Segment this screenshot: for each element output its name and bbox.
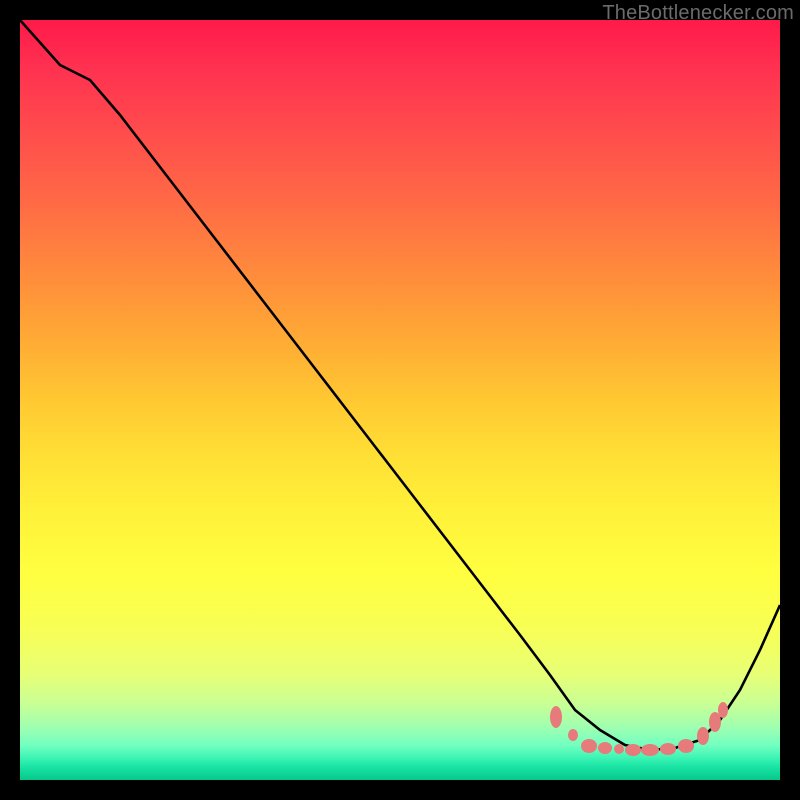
highlight-dot xyxy=(660,743,676,755)
highlight-dot xyxy=(581,739,597,753)
plot-area xyxy=(20,20,780,780)
highlight-dot xyxy=(718,702,728,718)
highlight-dot xyxy=(598,742,612,754)
highlight-dot xyxy=(697,727,709,745)
chart-container: TheBottlenecker.com xyxy=(0,0,800,800)
bottleneck-curve xyxy=(20,20,780,750)
highlight-dot xyxy=(625,744,641,756)
highlight-dot xyxy=(568,729,578,741)
curve-layer xyxy=(20,20,780,780)
highlight-dot xyxy=(678,739,694,753)
highlight-dot xyxy=(614,744,624,754)
highlight-dot xyxy=(550,706,562,728)
highlight-dot xyxy=(641,744,659,756)
